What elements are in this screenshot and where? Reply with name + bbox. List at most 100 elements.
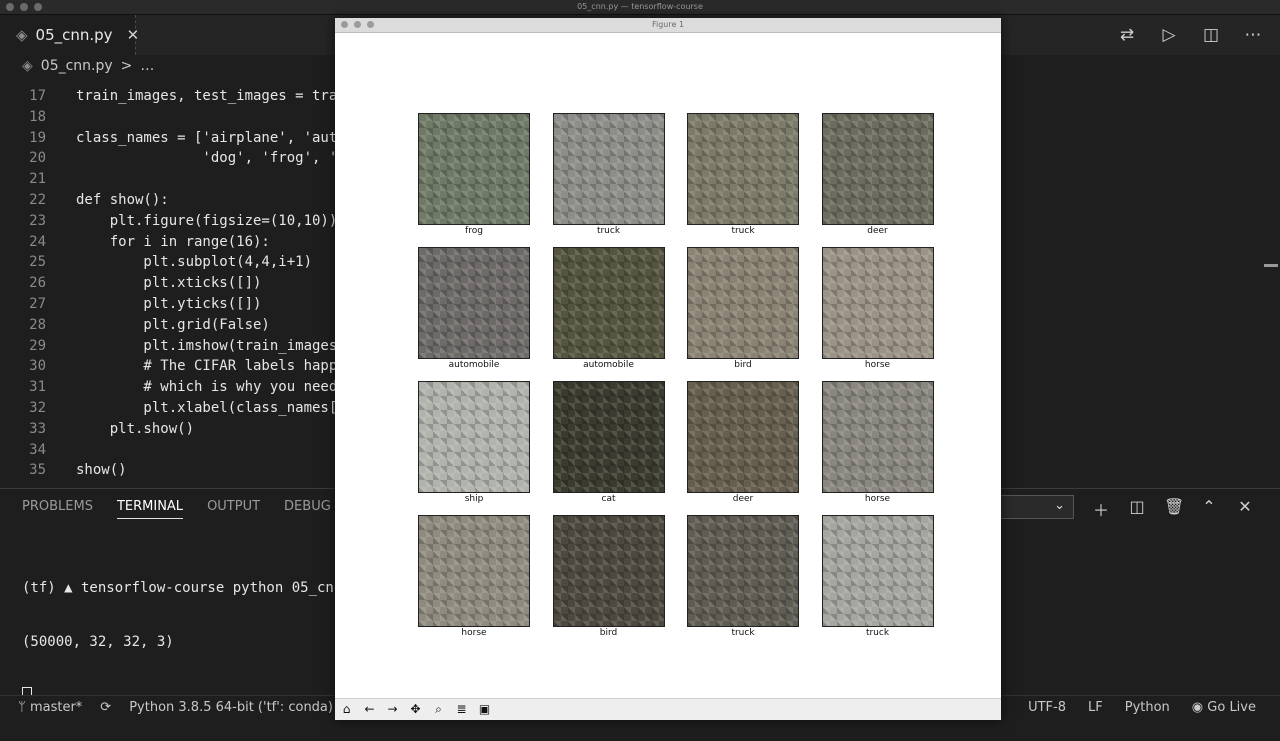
code-line[interactable]: 27 plt.yticks([]) [0,294,340,314]
code-line[interactable]: 33 plt.show() [0,419,340,439]
tab-terminal[interactable]: TERMINAL [116,499,184,519]
cifar-image [687,247,799,359]
save-icon[interactable]: ▣ [477,702,492,717]
subplot-cell: frog [418,113,530,237]
subplot-cell: bird [687,247,799,371]
code-text: show() [76,462,127,479]
home-icon[interactable]: ⌂ [339,702,354,717]
sync-icon[interactable]: ⟳ [100,700,111,715]
code-text: plt.grid(False) [76,316,270,333]
line-number: 18 [29,108,46,125]
pan-icon[interactable]: ✥ [408,702,423,717]
figure-zoom-button[interactable] [367,21,374,28]
split-editor-icon[interactable]: ◫ [1200,25,1222,45]
subplot-cell: truck [687,113,799,237]
close-panel-icon[interactable]: ✕ [1236,497,1254,521]
terminal-select[interactable]: ⌄ [990,495,1074,519]
code-line[interactable]: 20 'dog', 'frog', ' [0,148,340,168]
zoom-icon[interactable]: ⌕ [431,702,446,717]
code-line[interactable]: 35 show() [0,460,340,480]
code-text: # The CIFAR labels happ [76,358,338,375]
line-number: 26 [29,275,46,292]
image-label: deer [732,494,754,504]
breadcrumb-python-icon: ◈ [22,58,33,74]
maximize-panel-icon[interactable]: ⌃ [1200,497,1218,521]
line-number: 19 [29,129,46,146]
tab-05-cnn[interactable]: ◈ 05_cnn.py ✕ [0,15,139,55]
more-actions-icon[interactable]: ⋯ [1242,25,1264,45]
cifar-image [552,515,665,627]
source-control-compare-icon[interactable]: ⇄ [1116,25,1138,45]
code-editor[interactable]: 17 train_images, test_images = tra 18 19 cla… [0,86,340,486]
code-line[interactable]: 18 [0,107,340,127]
window-controls[interactable] [6,3,42,11]
figure-window-controls[interactable] [341,21,374,28]
subplot-cell: horse [821,381,934,505]
line-number: 28 [29,316,46,333]
code-line[interactable]: 26 plt.xticks([]) [0,273,340,293]
code-line[interactable]: 22 def show(): [0,190,340,210]
code-text: plt.figure(figsize=(10,10)) [76,212,338,229]
image-grid: frog truck truck deer automobile automobile bi… [418,113,936,643]
subplot-cell: deer [687,381,799,505]
tab-output[interactable]: OUTPUT [207,499,260,519]
minimize-window-button[interactable] [20,3,28,11]
image-label: truck [865,628,890,638]
code-line[interactable]: 32 plt.xlabel(class_names[ [0,398,340,418]
breadcrumb-rest[interactable]: … [140,58,154,78]
code-line[interactable]: 28 plt.grid(False) [0,315,340,335]
code-line[interactable]: 23 plt.figure(figsize=(10,10)) [0,211,340,231]
split-terminal-icon[interactable]: ◫ [1128,497,1146,521]
cifar-image [687,113,799,225]
figure-minimize-button[interactable] [354,21,361,28]
image-label: truck [731,226,755,236]
breadcrumb-file[interactable]: 05_cnn.py [41,58,113,78]
line-number: 20 [29,150,46,167]
scrollbar-marker[interactable] [1264,264,1278,267]
code-line[interactable]: 34 [0,440,340,460]
cifar-image [418,113,530,225]
branch-status[interactable]: ᛘ master* [18,700,82,715]
line-number: 24 [29,233,46,250]
python-file-icon: ◈ [16,26,28,44]
close-tab-icon[interactable]: ✕ [127,26,140,44]
breadcrumb: ◈ 05_cnn.py > … [22,58,154,78]
code-line[interactable]: 29 plt.imshow(train_images [0,336,340,356]
encoding-status[interactable]: UTF-8 [1028,700,1066,715]
code-line[interactable]: 31 # which is why you need [0,377,340,397]
figure-close-button[interactable] [341,21,348,28]
cifar-image [552,247,665,359]
trash-icon[interactable]: 🗑 [1164,497,1184,521]
forward-icon[interactable]: → [385,702,400,717]
image-label: horse [461,628,487,638]
code-line[interactable]: 21 [0,169,340,189]
close-window-button[interactable] [6,3,14,11]
tab-problems[interactable]: PROBLEMS [22,499,93,519]
image-label: truck [731,628,755,638]
eol-status[interactable]: LF [1088,700,1103,715]
code-line[interactable]: 30 # The CIFAR labels happ [0,356,340,376]
code-text: plt.xticks([]) [76,275,262,292]
image-label: automobile [448,360,500,370]
cifar-image [821,113,934,225]
image-label: bird [734,360,752,370]
cifar-image [418,515,530,627]
figure-title: Figure 1 [651,20,685,29]
new-terminal-icon[interactable]: ＋ [1092,497,1110,521]
configure-subplots-icon[interactable]: ≣ [454,702,469,717]
run-icon[interactable]: ▷ [1158,25,1180,45]
code-line[interactable]: 19 class_names = ['airplane', 'aut [0,128,340,148]
zoom-window-button[interactable] [34,3,42,11]
go-live-button[interactable]: ◉ Go Live [1192,700,1256,715]
line-number: 17 [29,88,46,104]
code-line[interactable]: 17 train_images, test_images = tra [0,86,340,106]
python-interpreter[interactable]: Python 3.8.5 64-bit ('tf': conda) [129,700,333,715]
code-line[interactable]: 24 for i in range(16): [0,232,340,252]
code-line[interactable]: 25 plt.subplot(4,4,i+1) [0,252,340,272]
back-icon[interactable]: ← [362,702,377,717]
image-label: frog [465,226,483,236]
language-status[interactable]: Python [1125,700,1170,715]
line-number: 34 [29,441,46,458]
cifar-image [687,515,799,627]
code-text: # which is why you need [76,379,338,396]
